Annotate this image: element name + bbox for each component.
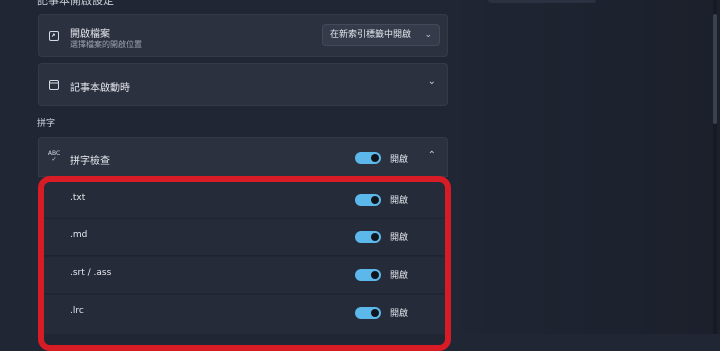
extension-toggle-label: 開啟 bbox=[390, 196, 409, 206]
extension-toggle-label: 開啟 bbox=[390, 233, 409, 243]
section-title: 記事本開啟設定 bbox=[37, 0, 114, 7]
extension-row-txt: .txt 開啟 bbox=[40, 182, 446, 219]
spell-check-title: 拼字檢查 bbox=[70, 156, 110, 167]
extension-toggle[interactable] bbox=[355, 307, 381, 319]
scrollbar-thumb[interactable] bbox=[713, 14, 717, 124]
notepad-launch-card[interactable]: 記事本啟動時 ⌄ bbox=[38, 63, 448, 106]
open-file-card: 開啟檔案 選擇檔案的開啟位置 在新索引標籤中開啟 ⌄ bbox=[38, 14, 448, 57]
toggle-knob bbox=[371, 309, 379, 317]
spell-check-toggle-label: 開啟 bbox=[390, 155, 409, 165]
spell-check-card[interactable]: ABC ✓ 拼字檢查 開啟 ⌃ bbox=[38, 137, 448, 177]
extension-name: .srt / .ass bbox=[70, 268, 112, 278]
right-background bbox=[462, 0, 720, 334]
extension-name: .txt bbox=[70, 193, 86, 203]
toggle-knob bbox=[371, 154, 379, 162]
spelling-group-label: 拼字 bbox=[37, 119, 56, 129]
window-icon bbox=[48, 79, 60, 91]
open-location-value: 在新索引標籤中開啟 bbox=[330, 30, 412, 40]
notepad-launch-title: 記事本啟動時 bbox=[70, 83, 130, 94]
extension-row-md: .md 開啟 bbox=[40, 219, 446, 256]
extension-name: .lrc bbox=[70, 306, 84, 316]
spellcheck-abc-icon: ABC ✓ bbox=[47, 150, 61, 163]
spell-check-toggle[interactable] bbox=[355, 152, 381, 164]
extension-toggle[interactable] bbox=[355, 269, 381, 281]
toggle-knob bbox=[371, 271, 379, 279]
open-file-icon bbox=[48, 30, 60, 42]
extension-toggle-label: 開啟 bbox=[390, 309, 409, 319]
extension-name: .md bbox=[70, 230, 88, 240]
open-file-subtitle: 選擇檔案的開啟位置 bbox=[70, 40, 142, 49]
extension-row-lrc: .lrc 開啟 bbox=[40, 295, 446, 334]
extension-toggle[interactable] bbox=[355, 194, 381, 206]
extension-row-srt-ass: .srt / .ass 開啟 bbox=[40, 257, 446, 294]
open-location-dropdown[interactable]: 在新索引標籤中開啟 ⌄ bbox=[322, 24, 440, 46]
toggle-knob bbox=[371, 233, 379, 241]
toggle-knob bbox=[371, 196, 379, 204]
extension-toggle[interactable] bbox=[355, 231, 381, 243]
open-file-title: 開啟檔案 bbox=[70, 29, 110, 40]
chevron-up-icon[interactable]: ⌃ bbox=[428, 150, 436, 161]
right-panel-edge bbox=[488, 0, 596, 3]
extension-toggle-label: 開啟 bbox=[390, 271, 409, 281]
chevron-down-icon[interactable]: ⌄ bbox=[428, 76, 436, 87]
chevron-down-icon: ⌄ bbox=[424, 30, 432, 40]
